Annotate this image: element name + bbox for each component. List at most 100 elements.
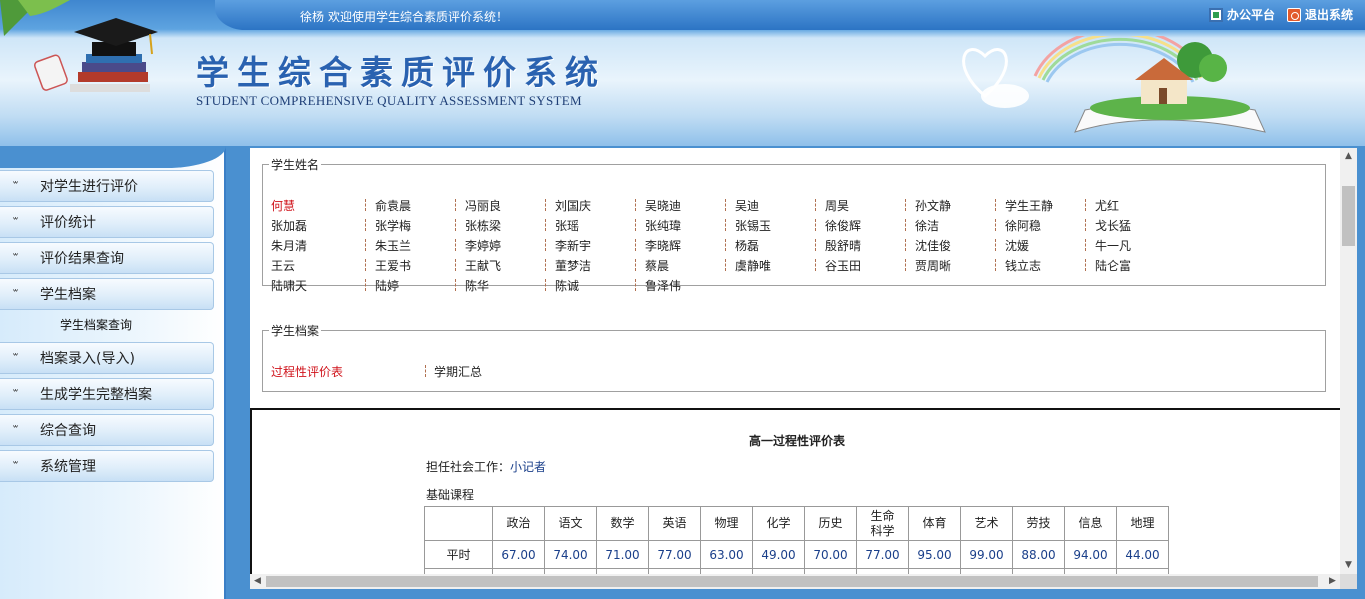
sidebar-item-result-query[interactable]: ˅˅ 评价结果查询 [0, 242, 214, 274]
student-name-link[interactable]: 学生王静 [1005, 197, 1053, 214]
student-name-row: 王云 王爱书 王献飞 董梦洁 蔡晨 虞静唯 谷玉田 贾周晰 钱立志 陆仑富 [271, 255, 1321, 275]
sidebar-item-label: 学生档案 [40, 287, 96, 303]
student-name-link[interactable]: 冯丽良 [465, 197, 501, 214]
subject-header: 物理 [700, 506, 753, 541]
student-name-link[interactable]: 殷舒晴 [825, 237, 861, 254]
student-name-link[interactable]: 陆婷 [375, 277, 399, 294]
scroll-up-icon[interactable]: ▲ [1340, 148, 1357, 165]
social-work: 担任社会工作：小记者 [426, 458, 546, 475]
sidebar-item-generate-archive[interactable]: ˅˅ 生成学生完整档案 [0, 378, 214, 410]
separator [725, 259, 726, 271]
student-name-link[interactable]: 沈佳俊 [915, 237, 951, 254]
horizontal-scrollbar[interactable]: ◀ ▶ [250, 574, 1340, 589]
vertical-scrollbar[interactable]: ▲ ▼ [1340, 148, 1357, 574]
evaluation-panel: 高一过程性评价表 担任社会工作：小记者 基础课程 政治 语文 数学 英语 物理 化学 历史生… [250, 408, 1340, 574]
archive-link-semester-summary[interactable]: 学期汇总 [434, 363, 482, 380]
sidebar-item-evaluate-students[interactable]: ˅˅ 对学生进行评价 [0, 170, 214, 202]
student-name-link[interactable]: 董梦洁 [555, 257, 591, 274]
student-name-link[interactable]: 陆仑富 [1095, 257, 1131, 274]
student-name-link[interactable]: 李晓辉 [645, 237, 681, 254]
student-name-link[interactable]: 贾周晰 [915, 257, 951, 274]
sidebar-item-statistics[interactable]: ˅˅ 评价统计 [0, 206, 214, 238]
horizontal-scroll-thumb[interactable] [266, 576, 1318, 587]
sidebar-item-label: 档案录入(导入) [40, 351, 135, 367]
student-name-link[interactable]: 孙文静 [915, 197, 951, 214]
subject-header: 数学 [596, 506, 649, 541]
separator [365, 239, 366, 251]
archive-link-process-eval[interactable]: 过程性评价表 [271, 363, 343, 380]
student-name-link[interactable]: 徐洁 [915, 217, 939, 234]
student-name-link[interactable]: 徐俊辉 [825, 217, 861, 234]
separator [455, 259, 456, 271]
student-name-link[interactable]: 蔡晨 [645, 257, 669, 274]
student-name-link[interactable]: 鲁泽伟 [645, 277, 681, 294]
subject-header: 英语 [648, 506, 701, 541]
student-name-link[interactable]: 王云 [271, 257, 295, 274]
student-name-link[interactable]: 杨磊 [735, 237, 759, 254]
score-cell: 88.00 [1012, 540, 1065, 569]
student-name-link[interactable]: 王献飞 [465, 257, 501, 274]
student-name-link[interactable]: 张纯瑋 [645, 217, 681, 234]
chevron-down-icon: ˅˅ [12, 252, 19, 264]
graduation-books-illustration [33, 18, 158, 92]
student-name-link[interactable]: 虞静唯 [735, 257, 771, 274]
office-icon [1208, 7, 1223, 22]
house-book-illustration [962, 36, 1266, 133]
student-name-link[interactable]: 牛一凡 [1095, 237, 1131, 254]
student-name-grid: 何慧 俞袁晨 冯丽良 刘国庆 吴晓迪 吴迪 周昊 孙文静 学生王静 尤红张加磊 张学梅 张栋梁 张瑶 张纯… [271, 195, 1321, 295]
student-name-link[interactable]: 张学梅 [375, 217, 411, 234]
logout-link[interactable]: 退出系统 [1286, 6, 1353, 23]
student-name-link[interactable]: 李婷婷 [465, 237, 501, 254]
student-name-link[interactable]: 戈长猛 [1095, 217, 1131, 234]
student-name-link[interactable]: 陈华 [465, 277, 489, 294]
scrollbar-corner [1340, 574, 1357, 589]
submenu-archive-query[interactable]: 学生档案查询 [0, 310, 214, 338]
subject-header: 化学 [752, 506, 805, 541]
student-name-link[interactable]: 钱立志 [1005, 257, 1041, 274]
scroll-down-icon[interactable]: ▼ [1340, 557, 1357, 574]
student-name-link[interactable]: 陆啸天 [271, 277, 307, 294]
student-name-link[interactable]: 陈诚 [555, 277, 579, 294]
separator [905, 239, 906, 251]
student-name-link[interactable]: 张瑶 [555, 217, 579, 234]
subject-header: 政治 [492, 506, 545, 541]
student-name-link[interactable]: 李新宇 [555, 237, 591, 254]
student-name-link[interactable]: 俞袁晨 [375, 197, 411, 214]
sidebar-item-system-management[interactable]: ˅˅ 系统管理 [0, 450, 214, 482]
separator [365, 219, 366, 231]
separator [635, 199, 636, 211]
student-name-link[interactable]: 张加磊 [271, 217, 307, 234]
student-name-link[interactable]: 朱玉兰 [375, 237, 411, 254]
student-name-link[interactable]: 何慧 [271, 197, 295, 214]
evaluation-title: 高一过程性评价表 [748, 434, 845, 448]
student-name-link[interactable]: 吴迪 [735, 197, 759, 214]
scroll-left-icon[interactable]: ◀ [250, 574, 265, 589]
student-name-link[interactable]: 张栋梁 [465, 217, 501, 234]
student-name-link[interactable]: 谷玉田 [825, 257, 861, 274]
score-cell: 44.00 [1116, 540, 1169, 569]
separator [995, 199, 996, 211]
separator [905, 219, 906, 231]
sidebar-item-comprehensive-query[interactable]: ˅˅ 综合查询 [0, 414, 214, 446]
welcome-text: 欢迎使用学生综合素质评价系统！ [328, 10, 509, 24]
separator [905, 259, 906, 271]
separator [455, 199, 456, 211]
separator [545, 199, 546, 211]
sidebar-menu: ˅˅ 对学生进行评价 ˅˅ 评价统计 ˅˅ 评价结果查询 ˅˅ 学生档案 学生档… [0, 170, 214, 486]
student-name-link[interactable]: 朱月清 [271, 237, 307, 254]
sidebar-item-student-archive[interactable]: ˅˅ 学生档案 [0, 278, 214, 310]
student-name-link[interactable]: 刘国庆 [555, 197, 591, 214]
student-name-link[interactable]: 尤红 [1095, 197, 1119, 214]
student-name-link[interactable]: 吴晓迪 [645, 197, 681, 214]
student-name-link[interactable]: 沈媛 [1005, 237, 1029, 254]
sidebar-item-archive-import[interactable]: ˅˅ 档案录入(导入) [0, 342, 214, 374]
student-name-link[interactable]: 王爱书 [375, 257, 411, 274]
separator [1085, 259, 1086, 271]
vertical-scroll-thumb[interactable] [1342, 186, 1355, 246]
student-name-link[interactable]: 徐阿稳 [1005, 217, 1041, 234]
student-name-link[interactable]: 周昊 [825, 197, 849, 214]
office-platform-link[interactable]: 办公平台 [1208, 6, 1275, 23]
student-name-link[interactable]: 张锡玉 [735, 217, 771, 234]
student-archive-fieldset: 学生档案 过程性评价表 学期汇总 [262, 322, 1326, 392]
scroll-right-icon[interactable]: ▶ [1325, 574, 1340, 589]
